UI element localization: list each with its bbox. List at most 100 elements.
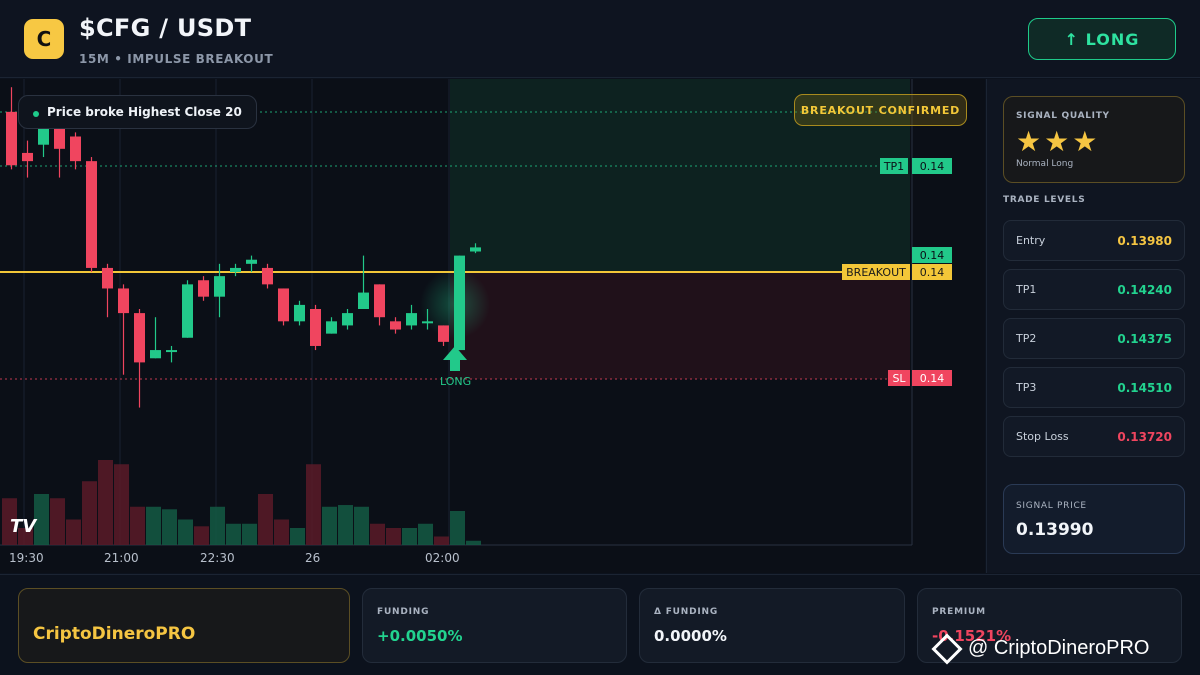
volume-bar bbox=[354, 506, 369, 545]
candle-body bbox=[374, 284, 385, 318]
breakout-info-pill: Price broke Highest Close 20 bbox=[18, 95, 257, 129]
volume-bar bbox=[114, 464, 129, 545]
candle-body bbox=[246, 259, 257, 264]
volume-bar bbox=[146, 506, 161, 545]
price-chart[interactable]: Price broke Highest Close 20 BREAKOUT CO… bbox=[0, 79, 985, 573]
candle-body bbox=[150, 350, 161, 359]
candle-body bbox=[134, 313, 145, 363]
time-tick: 22:30 bbox=[200, 551, 235, 565]
chart-canvas[interactable] bbox=[0, 79, 985, 573]
page-title: $CFG / USDT bbox=[79, 14, 252, 42]
volume-bar bbox=[242, 523, 257, 545]
level-value: 0.13980 bbox=[1117, 234, 1172, 248]
signal-price-label: SIGNAL PRICE bbox=[1016, 501, 1087, 511]
candle-body bbox=[326, 321, 337, 334]
tp1-price-tag: 0.14 bbox=[912, 158, 952, 174]
premium-label: PREMIUM bbox=[932, 607, 986, 617]
volume-bar bbox=[130, 506, 145, 545]
funding-label: FUNDING bbox=[377, 607, 430, 617]
candle-body bbox=[310, 309, 321, 346]
candle-body bbox=[166, 350, 177, 353]
volume-bar bbox=[402, 528, 417, 545]
status-dot-icon bbox=[33, 111, 39, 117]
candle-body bbox=[22, 152, 33, 162]
signal-side-panel: SIGNAL QUALITY ★★★ Normal Long TRADE LEV… bbox=[986, 79, 1200, 573]
candle-body bbox=[454, 255, 465, 351]
breakout-info-text: Price broke Highest Close 20 bbox=[47, 105, 242, 119]
level-name: Entry bbox=[1016, 234, 1046, 247]
volume-bar bbox=[162, 509, 177, 545]
volume-bar bbox=[274, 519, 289, 545]
level-value: 0.14240 bbox=[1117, 283, 1172, 297]
candle-body bbox=[438, 325, 449, 342]
trade-levels-title: TRADE LEVELS bbox=[1003, 195, 1086, 205]
level-row-tp1: TP1 0.14240 bbox=[1003, 269, 1185, 310]
volume-bar bbox=[98, 460, 113, 545]
candle-body bbox=[182, 284, 193, 338]
brand-name: CriptoDineroPRO bbox=[33, 624, 196, 644]
volume-bar bbox=[370, 523, 385, 545]
candle-body bbox=[230, 267, 241, 273]
candle-body bbox=[118, 288, 129, 314]
level-name: TP3 bbox=[1016, 381, 1037, 394]
watermark-text: @ CriptoDineroPRO bbox=[968, 637, 1150, 659]
volume-bars bbox=[2, 460, 481, 545]
volume-bar bbox=[226, 523, 241, 545]
volume-bar bbox=[178, 519, 193, 545]
level-row-stop-loss: Stop Loss 0.13720 bbox=[1003, 416, 1185, 457]
level-name: Stop Loss bbox=[1016, 430, 1069, 443]
vertical-gridlines bbox=[23, 79, 450, 545]
star-rating-icon: ★★★ bbox=[1016, 125, 1101, 158]
coin-logo: C bbox=[24, 19, 64, 59]
signal-quality-card: SIGNAL QUALITY ★★★ Normal Long bbox=[1003, 96, 1185, 183]
signal-price-card: SIGNAL PRICE 0.13990 bbox=[1003, 484, 1185, 554]
delta-funding-card: Δ FUNDING 0.0000% bbox=[639, 588, 905, 663]
signal-price-value: 0.13990 bbox=[1016, 520, 1094, 540]
long-signal-label: LONG bbox=[440, 375, 472, 388]
candle-body bbox=[262, 267, 273, 285]
tp1-tag: TP1 bbox=[880, 158, 908, 174]
candle-body bbox=[86, 161, 97, 268]
candle-body bbox=[70, 136, 81, 162]
level-value: 0.14375 bbox=[1117, 332, 1172, 346]
volume-bar bbox=[50, 498, 65, 545]
candle-body bbox=[278, 288, 289, 322]
breakout-price-tag: 0.14 bbox=[912, 264, 952, 280]
candle-body bbox=[342, 313, 353, 326]
binance-logo-icon bbox=[931, 632, 963, 665]
funding-card: FUNDING +0.0050% bbox=[362, 588, 627, 663]
level-value: 0.14510 bbox=[1117, 381, 1172, 395]
volume-bar bbox=[290, 528, 305, 545]
candlesticks bbox=[6, 87, 481, 408]
tradingview-logo: TV bbox=[10, 516, 37, 537]
level-value: 0.13720 bbox=[1117, 430, 1172, 444]
sl-price-tag: 0.14 bbox=[912, 370, 952, 386]
candle-body bbox=[422, 321, 433, 324]
volume-bar bbox=[338, 505, 353, 545]
volume-bar bbox=[194, 526, 209, 545]
current-price-tag: 0.14 bbox=[912, 247, 952, 263]
long-button[interactable]: ↑ LONG bbox=[1028, 18, 1176, 60]
level-name: TP2 bbox=[1016, 332, 1037, 345]
breakout-tag: BREAKOUT bbox=[842, 264, 910, 280]
delta-funding-label: Δ FUNDING bbox=[654, 607, 719, 617]
volume-bar bbox=[258, 494, 273, 545]
volume-bar bbox=[450, 511, 465, 545]
candle-body bbox=[6, 111, 17, 166]
sl-tag: SL bbox=[888, 370, 910, 386]
time-tick: 26 bbox=[305, 551, 321, 565]
breakout-confirmed-banner: BREAKOUT CONFIRMED bbox=[794, 94, 967, 126]
candle-body bbox=[358, 292, 369, 309]
candle-body bbox=[406, 313, 417, 326]
candle-body bbox=[294, 304, 305, 322]
risk-zone bbox=[450, 272, 910, 379]
time-tick: 21:00 bbox=[104, 551, 139, 565]
volume-bar bbox=[66, 519, 81, 545]
watermark: @ CriptoDineroPRO bbox=[931, 632, 1150, 665]
header: C $CFG / USDT 15M • IMPULSE BREAKOUT ↑ L… bbox=[0, 0, 1200, 78]
signal-quality-sub: Normal Long bbox=[1016, 159, 1074, 169]
volume-bar bbox=[466, 540, 481, 545]
volume-bar bbox=[418, 523, 433, 545]
volume-bar bbox=[322, 506, 337, 545]
time-tick: 02:00 bbox=[425, 551, 460, 565]
